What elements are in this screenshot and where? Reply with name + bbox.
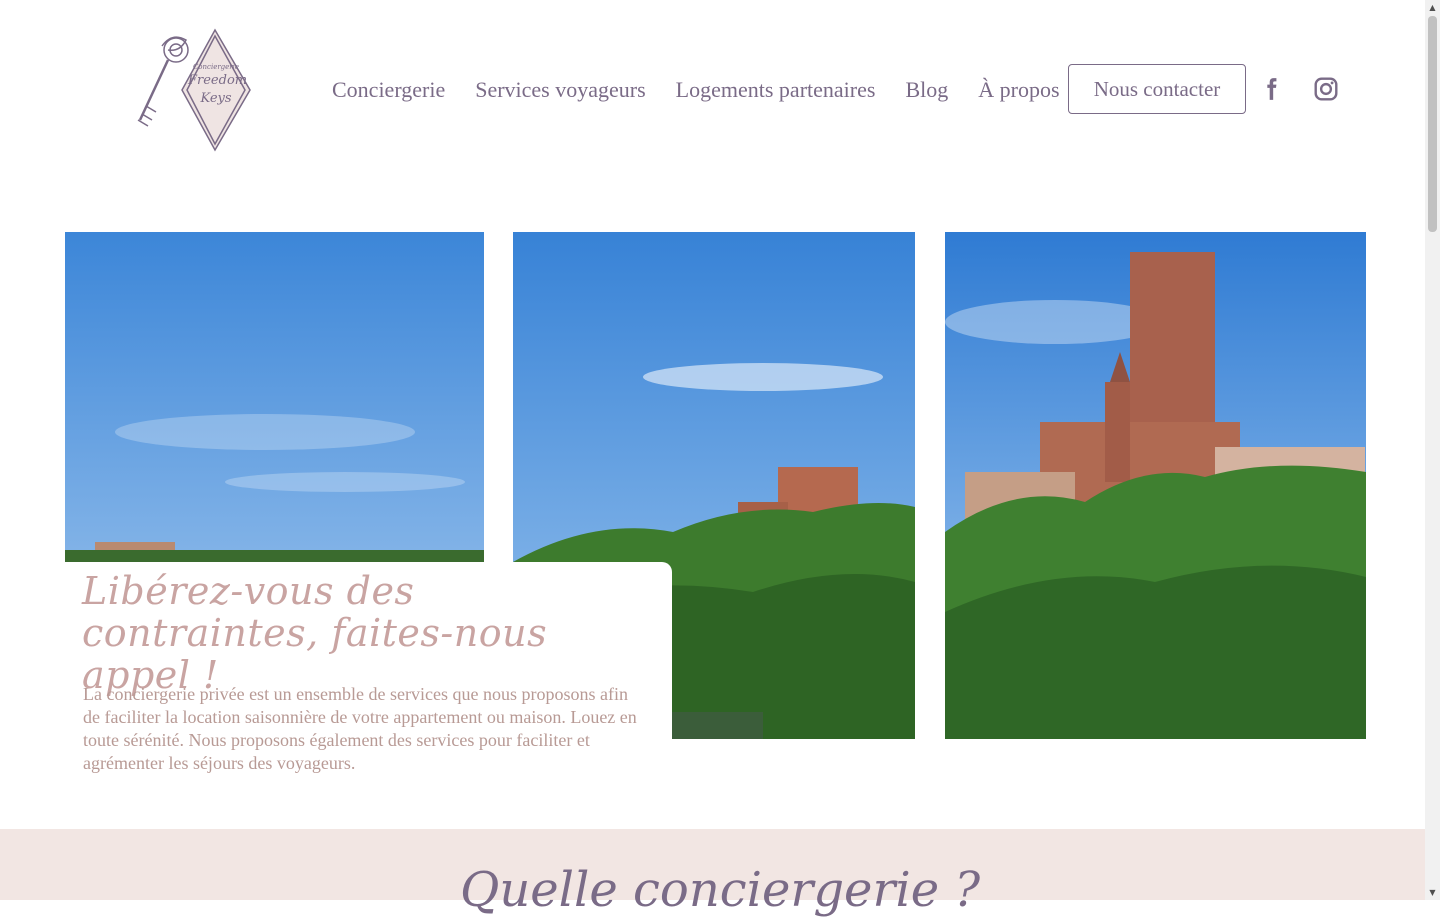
logo-text: Conciergerie Freedom Keys <box>188 63 248 106</box>
hero-photo-cathedral <box>945 232 1366 739</box>
section-title: Quelle conciergerie ? <box>460 862 981 918</box>
nav-item-services-voyageurs[interactable]: Services voyageurs <box>475 77 645 103</box>
nav-item-blog[interactable]: Blog <box>905 77 948 103</box>
contact-button[interactable]: Nous contacter <box>1068 64 1246 114</box>
logo[interactable]: Conciergerie Freedom Keys <box>132 28 252 152</box>
instagram-icon[interactable] <box>1313 76 1339 102</box>
nav-item-logements-partenaires[interactable]: Logements partenaires <box>676 77 876 103</box>
hero-title: Libérez-vous des contraintes, faites-nou… <box>82 569 548 697</box>
scroll-up-arrow-icon[interactable]: ▲ <box>1425 0 1440 15</box>
hero-description: La conciergerie privée est un ensemble d… <box>83 684 637 773</box>
main-nav: Conciergerie Services voyageurs Logement… <box>332 62 1090 118</box>
scrollbar-thumb[interactable] <box>1428 16 1437 232</box>
nav-item-a-propos[interactable]: À propos <box>978 77 1059 103</box>
facebook-icon[interactable] <box>1258 76 1284 102</box>
nav-item-conciergerie[interactable]: Conciergerie <box>332 77 445 103</box>
scroll-down-arrow-icon[interactable]: ▼ <box>1425 885 1440 900</box>
